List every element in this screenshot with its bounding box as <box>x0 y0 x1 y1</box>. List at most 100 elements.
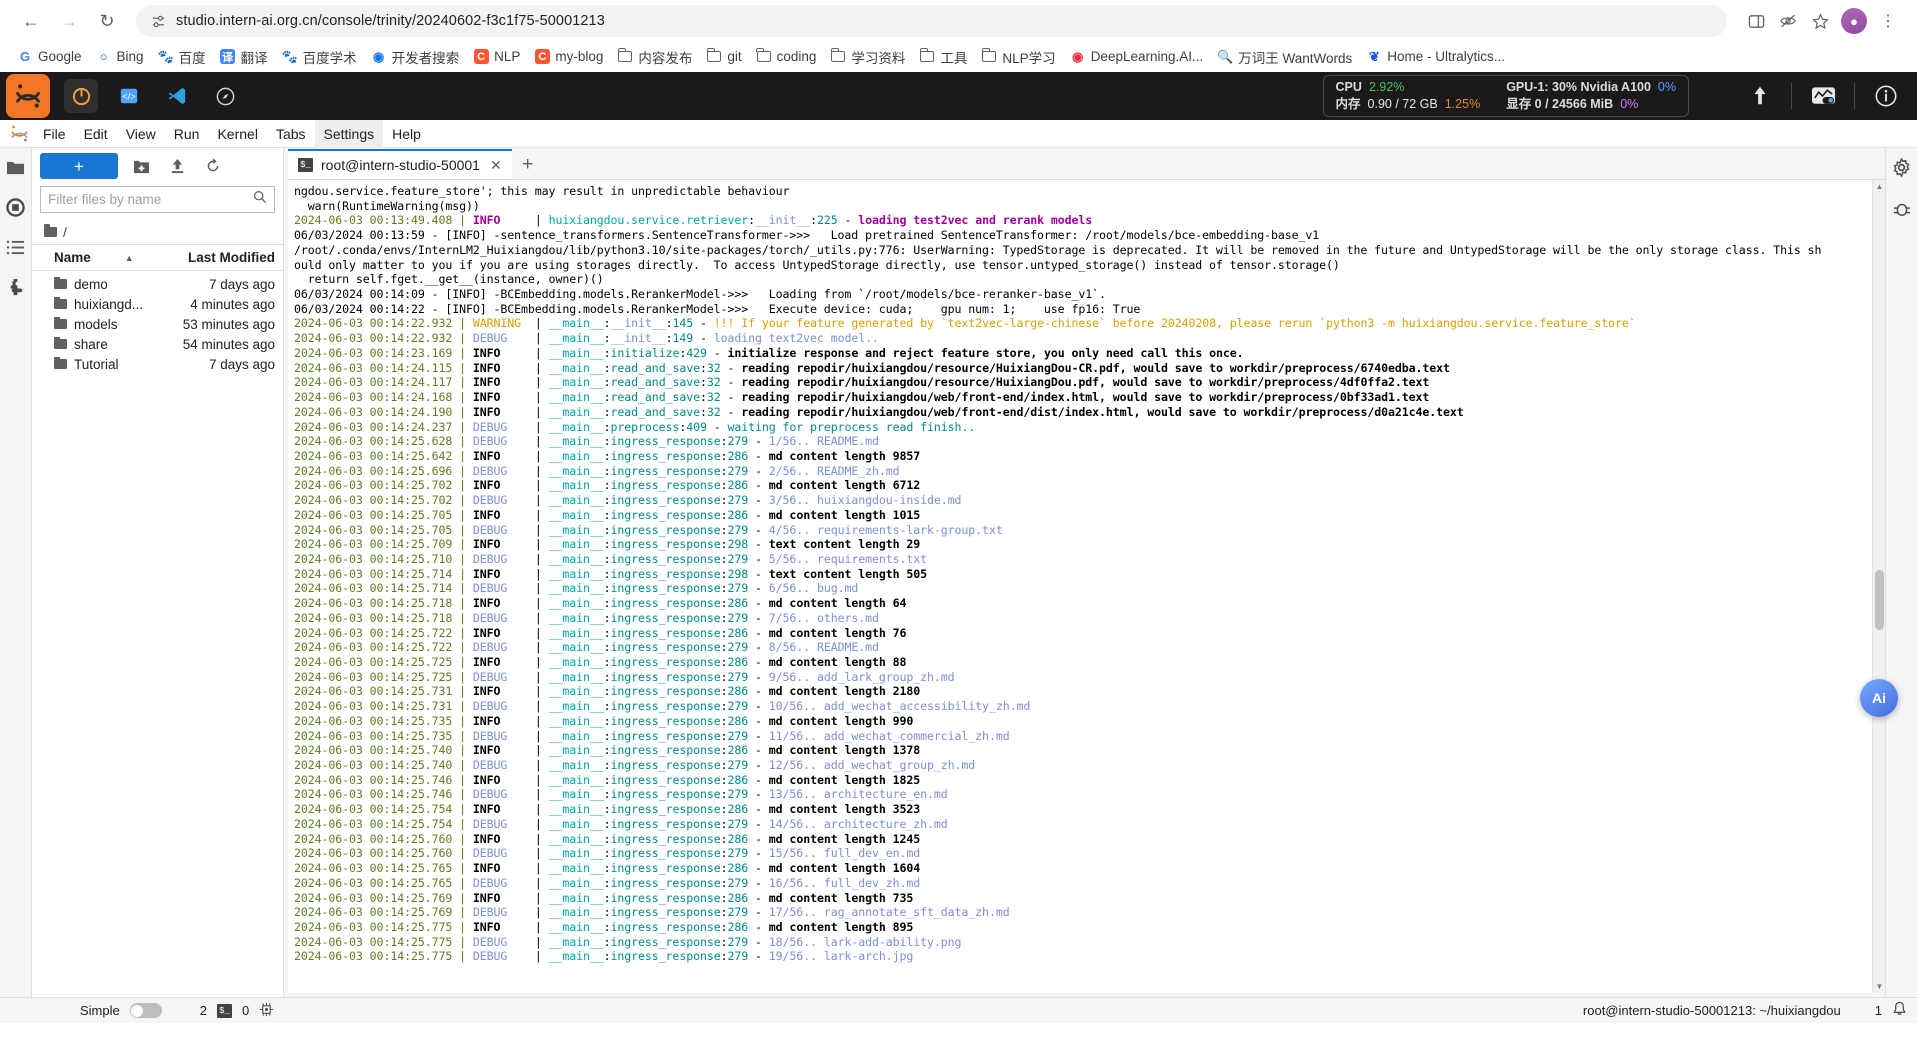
bookmark-item[interactable]: 🔍 万词王 WantWords <box>1210 44 1359 70</box>
simple-mode-toggle[interactable] <box>129 1003 162 1018</box>
menu-file[interactable]: File <box>34 120 75 148</box>
bookmark-item[interactable]: coding <box>749 46 824 68</box>
resource-stats: CPU 2.92% GPU-1: 30% Nvidia A100 0% 内存 0… <box>1322 74 1689 118</box>
bookmark-label: 百度 <box>178 50 206 66</box>
code-editor-icon[interactable]: </> <box>112 79 146 113</box>
sidebar-table-of-contents[interactable] <box>3 234 29 260</box>
terminal-count[interactable]: 0 <box>242 1003 249 1018</box>
breadcrumb[interactable]: / <box>32 219 283 245</box>
menu-view[interactable]: View <box>117 120 165 148</box>
wantwords-icon: 🔍 <box>1217 48 1234 64</box>
cpu-chip-icon[interactable] <box>259 1002 274 1020</box>
terminal-output[interactable]: ngdou.service.feature_store'; this may r… <box>288 180 1872 993</box>
bookmark-item[interactable]: 工具 <box>912 44 974 70</box>
file-filter-box[interactable] <box>40 186 275 213</box>
bookmark-item[interactable]: ◉ 开发者搜索 <box>364 44 467 70</box>
ai-assistant-button[interactable]: Ai <box>1860 679 1898 717</box>
address-bar[interactable]: studio.intern-ai.org.cn/console/trinity/… <box>136 5 1727 37</box>
new-folder-icon[interactable] <box>128 154 154 178</box>
bell-icon[interactable] <box>1892 1001 1907 1020</box>
file-name: demo <box>74 276 108 292</box>
bookmark-label: Home - Ultralytics... <box>1387 49 1506 64</box>
bookmark-item[interactable]: ○ Bing <box>89 46 151 68</box>
file-name: huixiangd... <box>74 296 144 312</box>
bookmark-item[interactable]: G Google <box>10 46 89 68</box>
bookmark-star-icon[interactable] <box>1805 6 1835 36</box>
terminal-line: ngdou.service.feature_store'; this may r… <box>294 184 790 198</box>
tab-label: root@intern-studio-50001 <box>321 157 480 173</box>
file-list-item[interactable]: models 53 minutes ago <box>32 314 283 334</box>
forward-icon[interactable]: → <box>52 4 86 38</box>
info-icon[interactable] <box>1869 79 1903 113</box>
sidebar-extension-manager[interactable] <box>3 274 29 300</box>
bookmark-label: 翻译 <box>240 50 268 66</box>
debugger-icon[interactable] <box>1889 196 1915 222</box>
file-list-item[interactable]: huixiangd... 4 minutes ago <box>32 294 283 314</box>
terminal-scrollbar[interactable]: ▲ ▼ <box>1872 180 1885 993</box>
scrollbar-thumb[interactable] <box>1875 570 1884 630</box>
menu-settings[interactable]: Settings <box>314 119 384 148</box>
bookmark-item[interactable]: 译翻译 <box>213 44 275 70</box>
search-input[interactable] <box>48 192 247 207</box>
column-header-name[interactable]: Name <box>54 250 91 265</box>
sidebar-file-browser[interactable] <box>3 154 29 180</box>
power-icon[interactable] <box>64 79 98 113</box>
eye-off-icon[interactable] <box>1773 6 1803 36</box>
split-screen-icon[interactable] <box>1741 6 1771 36</box>
status-bar: Simple 2 $_ 0 root@intern-studio-5000121… <box>0 997 1917 1023</box>
bookmark-item[interactable]: 学习资料 <box>823 44 912 70</box>
close-icon[interactable]: ✕ <box>488 157 502 174</box>
terminal-line: 2024-06-03 00:14:25.769 | INFO | __main_… <box>294 890 914 905</box>
menu-kernel[interactable]: Kernel <box>208 120 266 148</box>
refresh-icon[interactable] <box>200 154 226 178</box>
bookmark-item[interactable]: 🐾 百度学术 <box>275 44 364 70</box>
bookmark-item[interactable]: ❦ Home - Ultralytics... <box>1359 46 1512 68</box>
memory-stat: 内存 0.90 / 72 GB 1.25% <box>1336 97 1481 113</box>
menu-edit[interactable]: Edit <box>75 120 117 148</box>
property-inspector-icon[interactable] <box>1889 154 1915 180</box>
csdn-icon: C <box>534 49 550 65</box>
column-header-modified[interactable]: Last Modified <box>167 250 283 265</box>
reload-icon[interactable]: ↻ <box>90 4 124 38</box>
menu-help[interactable]: Help <box>383 120 430 148</box>
menu-tabs[interactable]: Tabs <box>267 120 315 148</box>
gpu-value: 0% <box>1657 79 1676 94</box>
bookmark-label: Google <box>38 49 82 64</box>
upload-icon[interactable] <box>164 154 190 178</box>
chrome-menu-icon[interactable]: ⋮ <box>1873 6 1903 36</box>
new-launcher-button[interactable]: + <box>40 153 118 179</box>
gpu-label: GPU-1: 30% Nvidia A100 <box>1506 79 1651 94</box>
site-settings-icon[interactable] <box>150 13 166 29</box>
bookmark-item[interactable]: NLP学习 <box>974 44 1062 70</box>
file-list-item[interactable]: demo 7 days ago <box>32 274 283 294</box>
terminal-line: 06/03/2024 00:14:09 - [INFO] -BCEmbeddin… <box>294 287 1106 302</box>
bookmark-label: Bing <box>116 49 144 64</box>
bookmark-item[interactable]: C NLP <box>466 46 527 68</box>
file-list-item[interactable]: share 54 minutes ago <box>32 334 283 354</box>
bookmark-item[interactable]: 🐾 百度 <box>151 44 213 70</box>
file-name: Tutorial <box>74 356 119 372</box>
add-tab-button[interactable]: + <box>512 151 544 179</box>
upload-arrow-icon[interactable] <box>1743 79 1777 113</box>
file-list-item[interactable]: Tutorial 7 days ago <box>32 354 283 374</box>
bookmark-item[interactable]: git <box>699 46 748 68</box>
compass-icon[interactable] <box>208 79 242 113</box>
bookmark-item[interactable]: 内容发布 <box>610 44 699 70</box>
ultralytics-icon: ❦ <box>1368 48 1380 64</box>
kernel-count[interactable]: 2 <box>200 1003 207 1018</box>
terminal-line: 2024-06-03 00:14:25.725 | INFO | __main_… <box>294 655 907 669</box>
sidebar-running-terminals[interactable] <box>3 194 29 220</box>
back-icon[interactable]: ← <box>14 4 48 38</box>
terminal-line: 2024-06-03 00:14:25.731 | INFO | __main_… <box>294 684 921 699</box>
avatar[interactable]: ● <box>1841 8 1867 34</box>
memory-percent: 1.25% <box>1444 96 1481 111</box>
terminal-line: 2024-06-03 00:14:24.168 | INFO | __main_… <box>294 390 1430 405</box>
menu-run[interactable]: Run <box>165 120 209 148</box>
tab-terminal[interactable]: $_ root@intern-studio-50001 ✕ <box>288 149 512 179</box>
notification-count[interactable]: 1 <box>1875 1003 1882 1018</box>
vscode-icon[interactable] <box>160 79 194 113</box>
monitor-icon[interactable] <box>1806 79 1840 113</box>
breadcrumb-root[interactable]: / <box>63 224 67 240</box>
bookmark-item[interactable]: ◉ DeepLearning.AI... <box>1063 46 1211 68</box>
bookmark-item[interactable]: Cmy-blog <box>527 46 610 68</box>
